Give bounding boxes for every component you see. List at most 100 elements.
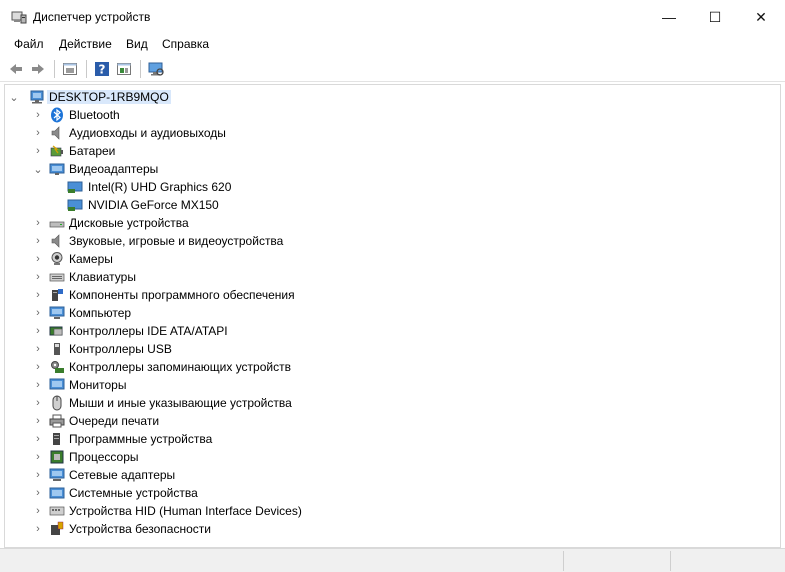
window-title: Диспетчер устройств — [33, 10, 151, 24]
menu-help[interactable]: Справка — [162, 37, 209, 51]
minimize-icon: — — [662, 9, 676, 25]
device-tree[interactable]: ⌄ DESKTOP-1RB9MQO › Bluetooth › Аудиовхо… — [4, 84, 781, 548]
tree-item-usb-controllers[interactable]: › Контроллеры USB — [5, 340, 775, 358]
tree-item-hid[interactable]: › Устройства HID (Human Interface Device… — [5, 502, 775, 520]
battery-icon — [50, 145, 63, 157]
back-button[interactable] — [6, 59, 26, 79]
bluetooth-icon — [51, 107, 63, 123]
tree-item-label: Видеоадаптеры — [69, 162, 159, 176]
tree-item-processors[interactable]: › Процессоры — [5, 448, 775, 466]
computer-root-icon — [30, 90, 44, 104]
display-adapter-icon — [49, 163, 65, 175]
chevron-right-icon[interactable]: › — [32, 340, 44, 358]
chevron-right-icon[interactable]: › — [32, 106, 44, 124]
tree-item-keyboards[interactable]: › Клавиатуры — [5, 268, 775, 286]
tree-item-label: Мониторы — [69, 378, 127, 392]
menu-view[interactable]: Вид — [126, 37, 148, 51]
mouse-icon — [52, 395, 62, 411]
tree-item-label: Bluetooth — [69, 108, 120, 122]
close-button[interactable]: ✕ — [738, 0, 784, 34]
tree-item-system-devices[interactable]: › Системные устройства — [5, 484, 775, 502]
tree-item-label: Процессоры — [69, 450, 139, 464]
tree-item-label: Звуковые, игровые и видеоустройства — [69, 234, 284, 248]
gpu-device-icon — [67, 199, 83, 211]
menu-action[interactable]: Действие — [59, 37, 112, 51]
chevron-right-icon[interactable]: › — [32, 484, 44, 502]
chevron-down-icon[interactable]: ⌄ — [32, 160, 44, 178]
tree-item-label: Контроллеры USB — [69, 342, 172, 356]
keyboard-icon — [49, 273, 65, 282]
tree-child-intel-gpu[interactable]: Intel(R) UHD Graphics 620 — [5, 178, 775, 196]
scan-hardware-icon — [148, 62, 164, 76]
scan-hardware-button[interactable] — [146, 59, 166, 79]
tree-item-print-queues[interactable]: › Очереди печати — [5, 412, 775, 430]
chevron-right-icon[interactable]: › — [32, 268, 44, 286]
tree-item-software-components[interactable]: › Компоненты программного обеспечения — [5, 286, 775, 304]
toolbar-separator — [86, 60, 87, 78]
chevron-down-icon[interactable]: ⌄ — [8, 88, 20, 106]
tree-child-label: Intel(R) UHD Graphics 620 — [88, 180, 232, 194]
properties-icon — [63, 63, 77, 75]
chevron-right-icon[interactable]: › — [32, 502, 44, 520]
tree-item-ide-controllers[interactable]: › Контроллеры IDE ATA/ATAPI — [5, 322, 775, 340]
tree-item-bluetooth[interactable]: › Bluetooth — [5, 106, 775, 124]
tree-item-computer[interactable]: › Компьютер — [5, 304, 775, 322]
chevron-right-icon[interactable]: › — [32, 286, 44, 304]
tree-item-cameras[interactable]: › Камеры — [5, 250, 775, 268]
chevron-right-icon[interactable]: › — [32, 376, 44, 394]
chevron-right-icon[interactable]: › — [32, 358, 44, 376]
chevron-right-icon[interactable]: › — [32, 250, 44, 268]
tree-item-network-adapters[interactable]: › Сетевые адаптеры — [5, 466, 775, 484]
minimize-button[interactable]: — — [646, 0, 692, 34]
tree-child-nvidia-gpu[interactable]: NVIDIA GeForce MX150 — [5, 196, 775, 214]
chevron-right-icon[interactable]: › — [32, 232, 44, 250]
tree-item-label: Устройства HID (Human Interface Devices) — [69, 504, 302, 518]
tree-item-label: Мыши и иные указывающие устройства — [69, 396, 292, 410]
tree-item-software-devices[interactable]: › Программные устройства — [5, 430, 775, 448]
chevron-right-icon[interactable]: › — [32, 466, 44, 484]
tree-item-batteries[interactable]: › Батареи — [5, 142, 775, 160]
tree-item-label: Компьютер — [69, 306, 132, 320]
toolbar: ? — [0, 56, 785, 82]
tree-item-security-devices[interactable]: › Устройства безопасности — [5, 520, 775, 538]
tree-item-display-adapters[interactable]: ⌄ Видеоадаптеры — [5, 160, 775, 178]
properties-button[interactable] — [60, 59, 80, 79]
tree-item-label: Устройства безопасности — [69, 522, 211, 536]
tree-item-storage-controllers[interactable]: › Контроллеры запоминающих устройств — [5, 358, 775, 376]
tree-item-label: Дисковые устройства — [69, 216, 189, 230]
close-icon: ✕ — [755, 8, 767, 25]
forward-button[interactable] — [28, 59, 48, 79]
chevron-right-icon[interactable]: › — [32, 214, 44, 232]
tree-item-label: Сетевые адаптеры — [69, 468, 176, 482]
tree-item-label: Клавиатуры — [69, 270, 136, 284]
tree-item-monitors[interactable]: › Мониторы — [5, 376, 775, 394]
help-button[interactable]: ? — [92, 59, 112, 79]
chevron-right-icon[interactable]: › — [32, 124, 44, 142]
tree-root[interactable]: ⌄ DESKTOP-1RB9MQO — [5, 88, 775, 106]
menu-file[interactable]: Файл — [14, 37, 44, 51]
tree-item-sound[interactable]: › Звуковые, игровые и видеоустройства — [5, 232, 775, 250]
chevron-right-icon[interactable]: › — [32, 394, 44, 412]
tree-child-label: NVIDIA GeForce MX150 — [88, 198, 219, 212]
chevron-right-icon[interactable]: › — [32, 304, 44, 322]
chevron-right-icon[interactable]: › — [32, 322, 44, 340]
status-divider — [563, 551, 564, 571]
root-label: DESKTOP-1RB9MQO — [47, 90, 171, 104]
tree-item-audio-io[interactable]: › Аудиовходы и аудиовыходы — [5, 124, 775, 142]
chevron-right-icon[interactable]: › — [32, 412, 44, 430]
tree-item-label: Батареи — [69, 144, 116, 158]
chevron-right-icon[interactable]: › — [32, 520, 44, 538]
maximize-button[interactable]: ☐ — [692, 0, 738, 34]
chevron-right-icon[interactable]: › — [32, 430, 44, 448]
chevron-right-icon[interactable]: › — [32, 142, 44, 160]
system-device-icon — [49, 487, 65, 499]
toolbar-separator — [140, 60, 141, 78]
update-driver-button[interactable] — [114, 59, 134, 79]
usb-icon — [54, 343, 60, 355]
chevron-right-icon[interactable]: › — [32, 448, 44, 466]
tree-item-label: Компоненты программного обеспечения — [69, 288, 295, 302]
tree-item-mice[interactable]: › Мыши и иные указывающие устройства — [5, 394, 775, 412]
tree-item-disk-drives[interactable]: › Дисковые устройства — [5, 214, 775, 232]
svg-text:?: ? — [99, 63, 106, 77]
menu-bar: Файл Действие Вид Справка — [0, 34, 785, 54]
